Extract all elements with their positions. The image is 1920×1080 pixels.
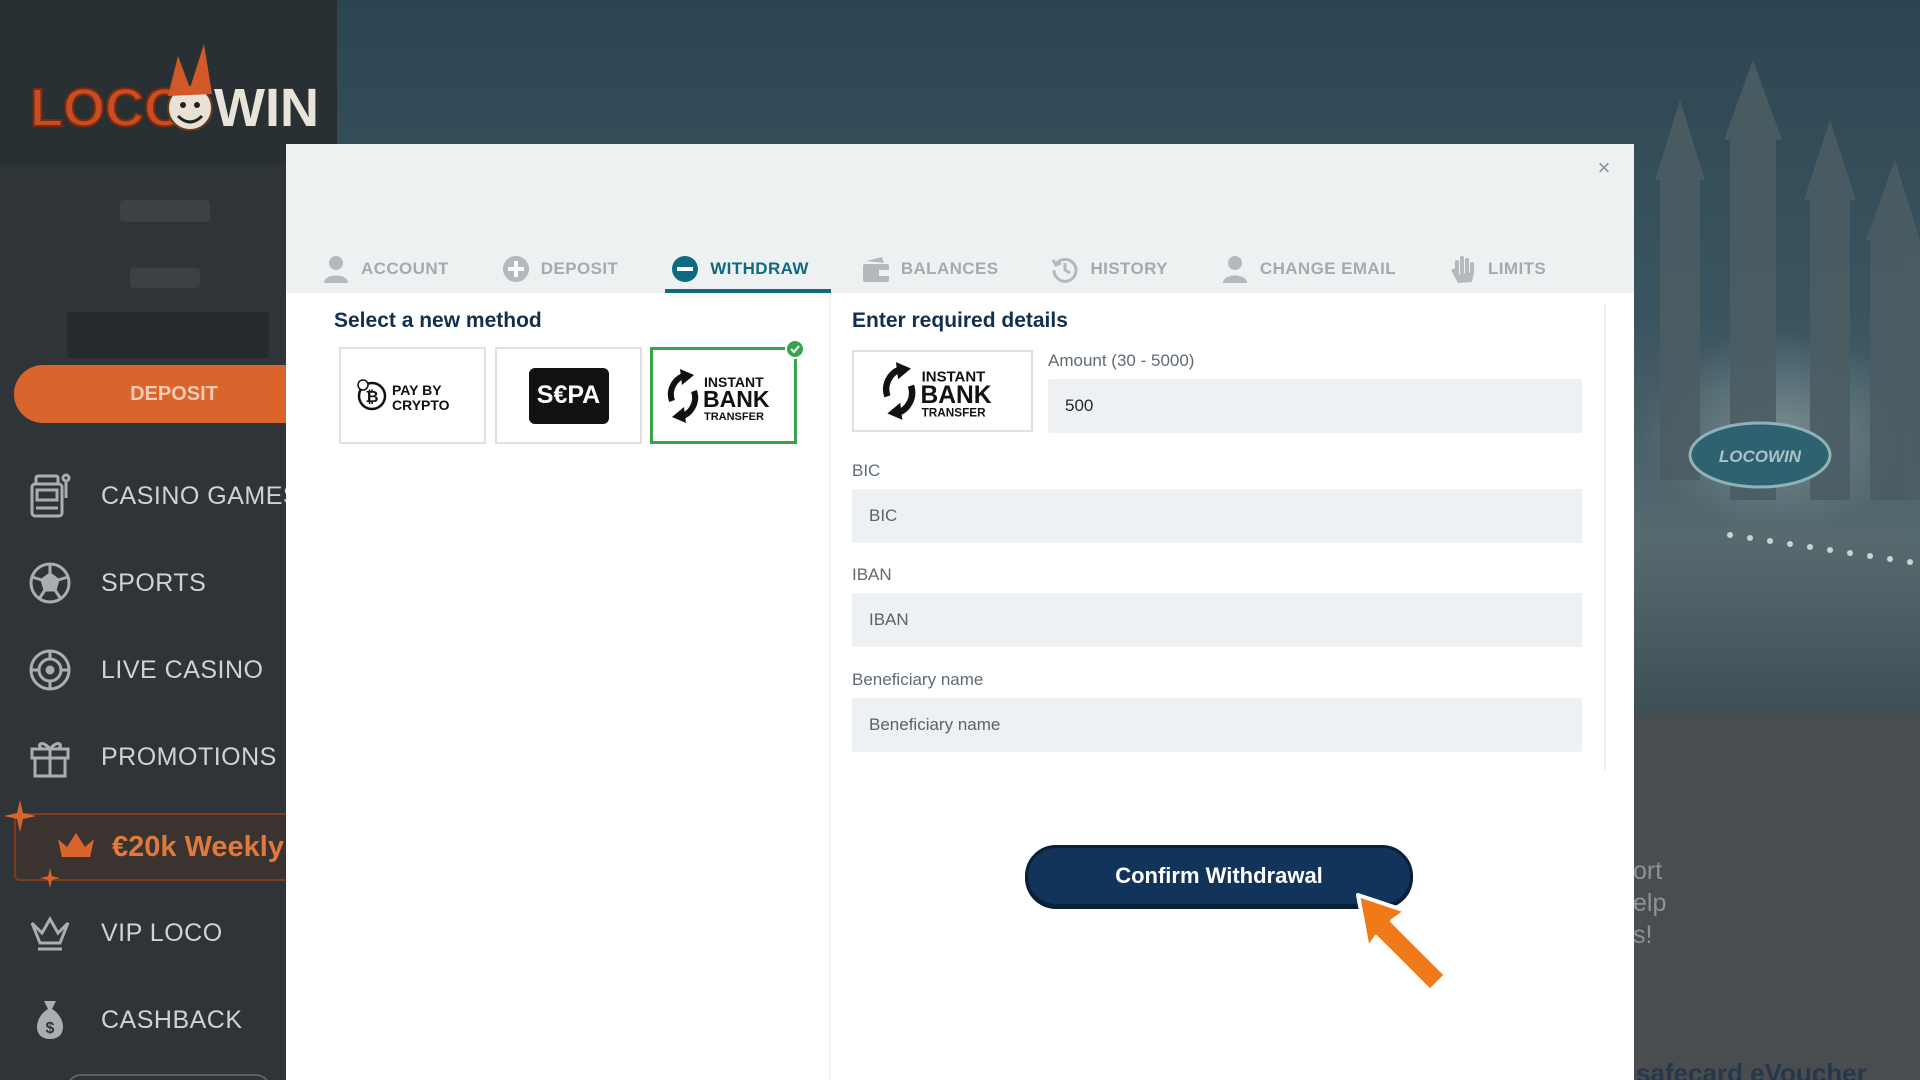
right-column-edge [1604,304,1606,770]
tab-balances[interactable]: BALANCES [860,244,1001,293]
tab-label: HISTORY [1090,258,1168,278]
sidebar-item-label: CASINO GAMES [101,481,301,510]
user-icon [1221,255,1249,283]
tab-label: ACCOUNT [361,258,449,278]
pay-by-crypto-logo: ₿ PAY BY CRYPTO [356,378,450,413]
sidebar-item-label: LIVE CASINO [101,655,264,684]
slot-machine-icon [26,472,74,520]
method-pay-by-crypto[interactable]: ₿ PAY BY CRYPTO [339,347,486,444]
svg-text:CRYPTO: CRYPTO [392,397,450,413]
tab-history[interactable]: HISTORY [1049,244,1169,293]
svg-text:BANK: BANK [703,386,770,412]
crown-icon [56,829,96,866]
gift-icon [26,733,74,781]
beneficiary-input[interactable] [852,698,1582,752]
svg-text:LOCO: LOCO [30,78,186,138]
blurred-balance [67,312,269,358]
tab-account[interactable]: ACCOUNT [320,244,451,293]
svg-text:PAY BY: PAY BY [392,382,442,398]
method-sepa[interactable]: S€PA [495,347,642,444]
user-icon [322,255,350,283]
modal-tabs: ACCOUNT DEPOSIT WITHDRAW BALANCES HISTOR… [320,244,1597,293]
sparkle-icon [4,800,36,832]
tab-deposit[interactable]: DEPOSIT [500,244,620,293]
beneficiary-label: Beneficiary name [852,670,984,689]
sidebar-bottom-button[interactable] [66,1074,271,1080]
svg-text:TRANSFER: TRANSFER [921,407,985,420]
tab-limits[interactable]: LIMITS [1447,244,1548,293]
svg-text:$: $ [46,1020,55,1037]
iban-label: IBAN [852,565,892,584]
instant-bank-transfer-logo: INSTANT BANK TRANSFER [882,362,991,420]
minus-circle-icon [671,255,699,283]
tab-label: BALANCES [900,258,999,278]
svg-text:TRANSFER: TRANSFER [704,411,764,423]
background-support-text: ort elp s! [1633,857,1667,949]
select-method-title: Select a new method [334,309,542,332]
tab-label: DEPOSIT [540,258,619,278]
blurred-username [120,200,210,222]
instant-bank-transfer-logo: INSTANT BANK TRANSFER [667,368,770,423]
logo-area: LOCO WIN [0,0,337,165]
modal-header: × ACCOUNT DEPOSIT WITHDRAW BALANCES HIST… [286,144,1634,293]
bic-input[interactable] [852,489,1582,543]
mouse-cursor-icon [1356,893,1448,993]
tab-label: WITHDRAW [710,258,809,278]
roulette-wheel-icon [26,646,74,694]
tab-withdraw[interactable]: WITHDRAW [665,244,831,293]
enter-details-title: Enter required details [852,309,1068,332]
money-bag-icon: $ [26,996,74,1044]
soccer-ball-icon [26,559,74,607]
selected-check-icon [785,339,805,359]
tab-change-email[interactable]: CHANGE EMAIL [1219,244,1398,293]
history-icon [1051,255,1079,283]
tab-label: LIMITS [1487,258,1547,278]
plus-circle-icon [502,255,530,283]
hand-icon [1449,255,1477,283]
sepa-logo: S€PA [528,367,609,424]
vip-crown-icon [26,909,74,957]
svg-text:BANK: BANK [920,382,991,409]
sign-text: LOCOWIN [1719,447,1802,466]
sepa-logo-text: S€PA [536,381,601,409]
sidebar-item-label: SPORTS [101,568,207,597]
bic-label: BIC [852,461,881,480]
wallet-icon [862,255,890,283]
sidebar-item-label: VIP LOCO [101,918,223,947]
locowin-logo[interactable]: LOCO WIN [28,38,318,138]
background-payment-logos: safecard eVoucher [1636,1058,1867,1080]
svg-text:WIN: WIN [214,78,318,138]
sidebar-item-label: CASHBACK [101,1005,243,1034]
weekly-promo-label: €20k Weekly [112,830,284,863]
column-divider [829,293,831,1080]
sparkle-icon [40,868,60,888]
close-icon[interactable]: × [1590,154,1618,182]
tab-label: CHANGE EMAIL [1259,258,1396,278]
sidebar-item-label: PROMOTIONS [101,742,277,771]
svg-text:₿: ₿ [365,388,378,406]
amount-input[interactable] [1048,379,1582,433]
iban-input[interactable] [852,593,1582,647]
selected-method-logo: INSTANT BANK TRANSFER [852,350,1033,432]
blurred-level [130,268,200,288]
castle-illustration: LOCOWIN [1655,60,1920,565]
amount-label: Amount (30 - 5000) [1048,351,1195,370]
method-instant-bank-transfer[interactable]: INSTANT BANK TRANSFER [650,339,805,444]
